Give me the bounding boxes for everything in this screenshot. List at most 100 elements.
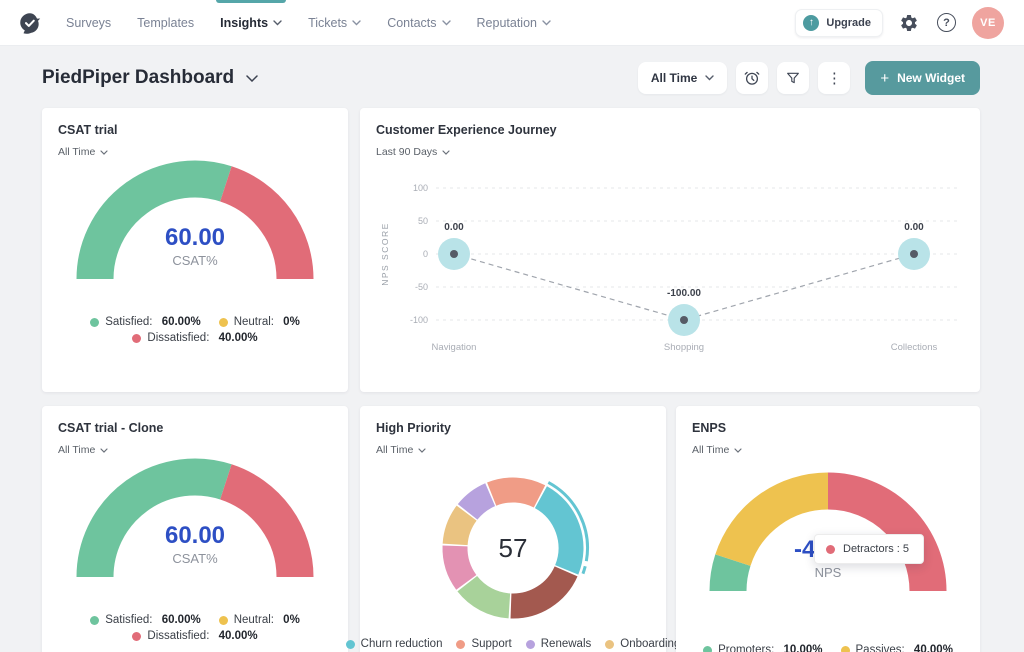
legend-item: Onboarding: [605, 638, 680, 650]
svg-text:50: 50: [418, 216, 428, 226]
nav-label: Tickets: [308, 16, 347, 30]
chevron-down-icon: [705, 75, 714, 81]
dashboard-header: PiedPiper Dashboard All Time ⋮ + New Wid…: [42, 58, 980, 98]
legend-dot-icon: [703, 646, 712, 652]
chevron-down-icon: [734, 448, 742, 453]
nav-label: Reputation: [477, 16, 537, 30]
user-avatar[interactable]: VE: [972, 7, 1004, 39]
legend-item: Churn reduction: [346, 638, 443, 650]
widget-csat-trial: CSAT trial All Time 60.00CSAT% Satisfied…: [42, 108, 348, 392]
chevron-down-icon: [442, 150, 450, 155]
svg-text:57: 57: [499, 533, 528, 563]
widget-enps: ENPS All Time -40.00NPS Detractors : 5 P…: [676, 406, 980, 652]
widget-time-filter[interactable]: Last 90 Days: [376, 146, 450, 158]
legend-dot-icon: [132, 334, 141, 343]
main-nav: Surveys Templates Insights Tickets Conta…: [66, 0, 551, 46]
nav-label: Surveys: [66, 16, 111, 30]
widget-title: ENPS: [692, 421, 726, 435]
nav-label: Insights: [220, 16, 268, 30]
svg-text:100: 100: [413, 183, 428, 193]
filter-icon[interactable]: [777, 62, 809, 94]
upgrade-button[interactable]: ↑ Upgrade: [795, 9, 883, 37]
surveysparrow-logo-icon[interactable]: [16, 9, 44, 37]
priority-donut-chart[interactable]: 57: [393, 452, 633, 634]
legend-item: Neutral: 0%: [219, 316, 300, 328]
legend-dot-icon: [346, 640, 355, 649]
widget-high-priority: High Priority All Time 57 Churn reductio…: [360, 406, 666, 652]
widget-time-filter[interactable]: All Time: [692, 444, 742, 456]
help-icon[interactable]: ?: [935, 11, 958, 34]
chart-legend: Churn reductionSupportRenewalsOnboarding: [360, 638, 666, 650]
svg-text:60.00: 60.00: [165, 224, 225, 251]
nav-item-insights[interactable]: Insights: [220, 0, 282, 46]
nav-item-surveys[interactable]: Surveys: [66, 0, 111, 46]
settings-gear-icon[interactable]: [897, 11, 921, 35]
chart-legend: Promoters: 10.00%Passives: 40.00%Detract…: [676, 644, 980, 652]
svg-text:CSAT%: CSAT%: [172, 551, 218, 566]
widget-time-filter[interactable]: All Time: [58, 444, 108, 456]
legend-dot-icon: [90, 616, 99, 625]
svg-text:0.00: 0.00: [904, 222, 924, 233]
chart-legend: Satisfied: 60.00% Neutral: 0% Dissatisfied…: [42, 614, 348, 642]
legend-dot-icon: [456, 640, 465, 649]
tooltip-label: Detractors : 5: [843, 543, 909, 555]
csat-gauge-chart[interactable]: 60.00CSAT%: [65, 158, 325, 300]
widget-title: CSAT trial: [58, 123, 118, 137]
legend-item: Renewals: [526, 638, 592, 650]
page-title: PiedPiper Dashboard: [42, 67, 234, 89]
legend-item: Support: [456, 638, 511, 650]
legend-dot-icon: [132, 632, 141, 641]
svg-text:Navigation: Navigation: [432, 342, 477, 353]
time-filter-value: All Time: [651, 71, 697, 85]
upgrade-arrow-icon: ↑: [803, 15, 819, 31]
dashboard-title-dropdown[interactable]: PiedPiper Dashboard: [42, 67, 258, 89]
legend-dot-icon: [526, 640, 535, 649]
legend-item: Dissatisfied: 40.00%: [132, 630, 257, 642]
legend-item: Dissatisfied: 40.00%: [132, 332, 257, 344]
upgrade-label: Upgrade: [826, 17, 871, 29]
legend-dot-icon: [90, 318, 99, 327]
widget-customer-experience-journey: Customer Experience Journey Last 90 Days…: [360, 108, 980, 392]
widget-title: CSAT trial - Clone: [58, 421, 163, 435]
legend-item: Satisfied: 60.00%: [90, 614, 201, 626]
more-options-kebab-icon[interactable]: ⋮: [818, 62, 850, 94]
legend-item: Satisfied: 60.00%: [90, 316, 201, 328]
legend-dot-icon: [219, 318, 228, 327]
svg-text:60.00: 60.00: [165, 522, 225, 549]
chevron-down-icon: [442, 20, 451, 26]
detractors-dot-icon: [826, 545, 835, 554]
chevron-down-icon: [100, 448, 108, 453]
svg-text:Shopping: Shopping: [664, 342, 704, 353]
widget-time-filter[interactable]: All Time: [58, 146, 108, 158]
widget-title: High Priority: [376, 421, 451, 435]
chart-tooltip: Detractors : 5: [814, 534, 924, 564]
new-widget-button[interactable]: + New Widget: [865, 61, 980, 95]
nav-item-tickets[interactable]: Tickets: [308, 0, 361, 46]
navbar-right-controls: ↑ Upgrade ? VE: [795, 7, 1004, 39]
journey-line-chart[interactable]: 100500-50-100NPS SCORE0.00Navigation-100…: [376, 170, 964, 360]
new-widget-label: New Widget: [897, 71, 965, 85]
svg-text:0: 0: [423, 249, 428, 259]
chevron-down-icon: [246, 75, 258, 82]
svg-text:NPS: NPS: [815, 565, 842, 580]
svg-text:-100: -100: [410, 315, 428, 325]
legend-item: Passives: 40.00%: [841, 644, 953, 652]
nav-label: Templates: [137, 16, 194, 30]
top-navbar: Surveys Templates Insights Tickets Conta…: [0, 0, 1024, 46]
chevron-down-icon: [352, 20, 361, 26]
nav-item-contacts[interactable]: Contacts: [387, 0, 450, 46]
dashboard-controls: All Time ⋮ + New Widget: [638, 61, 980, 95]
csat-clone-gauge-chart[interactable]: 60.00 CSAT%: [65, 456, 325, 598]
nav-label: Contacts: [387, 16, 436, 30]
app-window: Surveys Templates Insights Tickets Conta…: [0, 0, 1024, 652]
nav-item-reputation[interactable]: Reputation: [477, 0, 551, 46]
schedule-alarm-icon[interactable]: [736, 62, 768, 94]
chevron-down-icon: [100, 150, 108, 155]
legend-dot-icon: [219, 616, 228, 625]
legend-item: Neutral: 0%: [219, 614, 300, 626]
svg-text:0.00: 0.00: [444, 222, 464, 233]
nav-item-templates[interactable]: Templates: [137, 0, 194, 46]
svg-text:-100.00: -100.00: [667, 288, 701, 299]
legend-dot-icon: [841, 646, 850, 652]
time-filter-dropdown[interactable]: All Time: [638, 62, 727, 94]
